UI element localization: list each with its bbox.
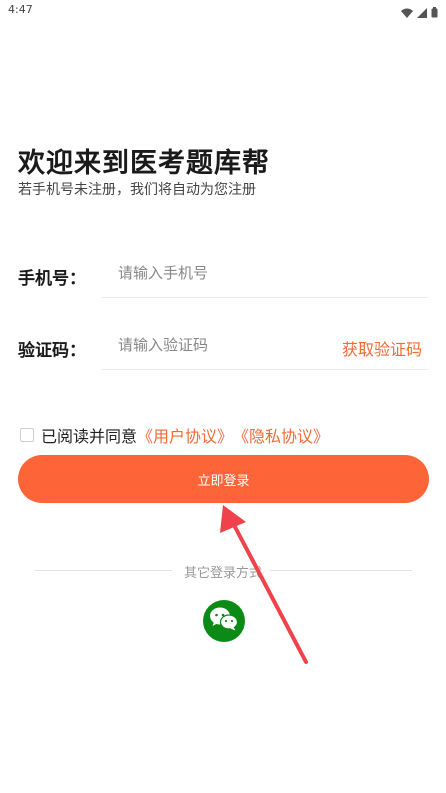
user-agreement-link[interactable]: 《用户协议》 — [137, 423, 233, 447]
agreement-prefix: 已阅读并同意 — [41, 427, 138, 446]
signal-icon — [417, 3, 427, 22]
status-time: 4:47 — [8, 3, 33, 16]
page-subtitle: 若手机号未注册，我们将自动为您注册 — [18, 182, 256, 198]
phone-label: 手机号： — [18, 269, 86, 289]
agreement-row: 已阅读并同意 《用户协议》 《隐私协议》 — [20, 423, 329, 447]
wechat-login-button[interactable] — [203, 600, 245, 642]
page-title: 欢迎来到医考题库帮 — [18, 148, 270, 179]
battery-icon — [431, 3, 438, 22]
login-button[interactable]: 立即登录 — [18, 455, 429, 503]
wechat-icon — [209, 606, 239, 636]
agreement-checkbox[interactable] — [20, 428, 34, 442]
annotation-arrow-icon — [220, 505, 308, 664]
status-bar: 4:47 — [0, 0, 446, 20]
code-divider — [102, 369, 428, 370]
code-input[interactable] — [102, 329, 322, 361]
code-label: 验证码： — [18, 341, 86, 361]
privacy-agreement-link[interactable]: 《隐私协议》 — [233, 423, 329, 447]
other-login-label: 其它登录方式 — [183, 566, 262, 581]
phone-divider — [102, 297, 428, 298]
status-icons — [401, 3, 438, 22]
get-code-button[interactable]: 获取验证码 — [342, 336, 422, 360]
phone-input[interactable] — [102, 257, 428, 289]
wifi-icon — [401, 3, 413, 22]
